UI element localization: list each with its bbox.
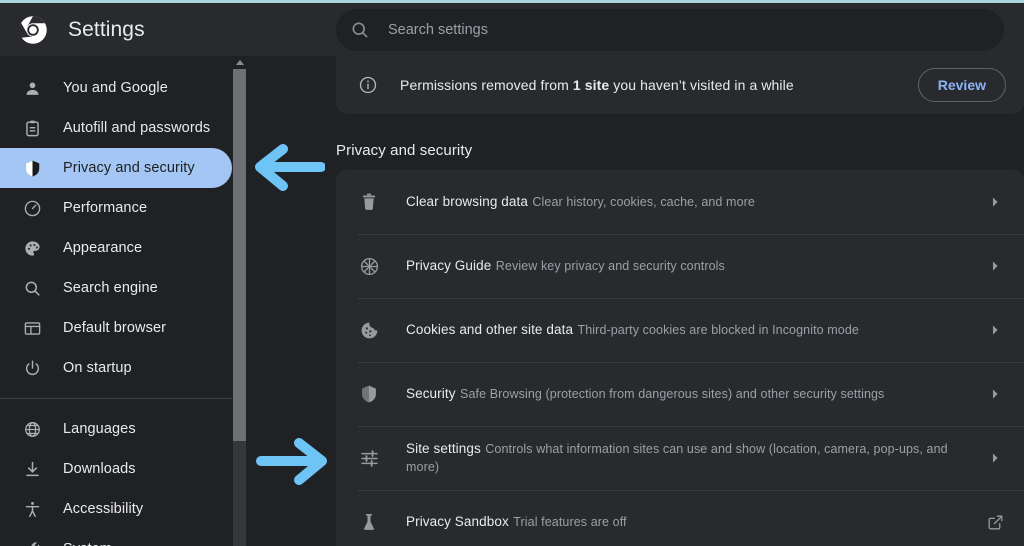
brand-area: Settings xyxy=(0,3,336,56)
settings-row-text: Clear browsing data Clear history, cooki… xyxy=(406,193,984,211)
trash-icon xyxy=(358,191,380,213)
download-icon xyxy=(22,459,42,479)
sidebar-scrollbar[interactable] xyxy=(233,56,246,546)
globe-icon xyxy=(22,419,42,439)
scrollbar-track-lower[interactable] xyxy=(233,441,246,546)
sidebar-item-label: Autofill and passwords xyxy=(63,120,211,136)
tune-sliders-icon xyxy=(358,447,380,469)
sidebar-item-label: Privacy and security xyxy=(63,160,195,176)
sidebar-item-privacy-and-security[interactable]: Privacy and security xyxy=(0,148,232,188)
settings-row-title: Clear browsing data xyxy=(406,194,528,209)
app-header: Settings xyxy=(0,3,1024,56)
speedometer-icon xyxy=(22,198,42,218)
settings-row-text: Privacy Sandbox Trial features are off xyxy=(406,513,984,531)
settings-row-title: Site settings xyxy=(406,441,481,456)
settings-row-text: Privacy Guide Review key privacy and sec… xyxy=(406,257,984,275)
chevron-right-icon[interactable] xyxy=(984,383,1006,405)
sidebar-item-default-browser[interactable]: Default browser xyxy=(0,308,232,348)
settings-row-privacy-sandbox[interactable]: Privacy Sandbox Trial features are off xyxy=(336,490,1024,546)
settings-row-subtitle: Controls what information sites can use … xyxy=(406,442,948,474)
settings-row-site-settings[interactable]: Site settings Controls what information … xyxy=(336,426,1024,490)
settings-row-text: Site settings Controls what information … xyxy=(406,440,984,476)
sidebar-item-search-engine[interactable]: Search engine xyxy=(0,268,232,308)
cookie-icon xyxy=(358,319,380,341)
clipboard-icon xyxy=(22,118,42,138)
review-button[interactable]: Review xyxy=(917,68,1006,102)
sidebar-item-label: On startup xyxy=(63,360,132,376)
sidebar-item-system[interactable]: System xyxy=(0,529,232,546)
sidebar-item-label: Languages xyxy=(63,421,136,437)
chrome-logo-icon xyxy=(18,15,48,45)
open-in-new-icon[interactable] xyxy=(984,511,1006,533)
settings-row-text: Cookies and other site data Third-party … xyxy=(406,321,984,339)
settings-row-text: Security Safe Browsing (protection from … xyxy=(406,385,984,403)
scroll-up-button[interactable] xyxy=(233,56,246,69)
settings-row-subtitle: Clear history, cookies, cache, and more xyxy=(532,195,755,209)
settings-row-subtitle: Trial features are off xyxy=(513,515,627,529)
palette-icon xyxy=(22,238,42,258)
sidebar-item-languages[interactable]: Languages xyxy=(0,409,232,449)
scrollbar-thumb[interactable] xyxy=(233,69,246,441)
chevron-right-icon[interactable] xyxy=(984,319,1006,341)
sidebar-item-autofill-and-passwords[interactable]: Autofill and passwords xyxy=(0,108,232,148)
settings-row-clear-browsing-data[interactable]: Clear browsing data Clear history, cooki… xyxy=(336,170,1024,234)
privacy-guide-icon xyxy=(358,255,380,277)
chevron-right-icon[interactable] xyxy=(984,191,1006,213)
accessibility-icon xyxy=(22,499,42,519)
search-area xyxy=(336,3,1024,56)
chevron-right-icon[interactable] xyxy=(984,447,1006,469)
main-content: Permissions removed from 1 site you have… xyxy=(246,56,1024,546)
sidebar-item-on-startup[interactable]: On startup xyxy=(0,348,232,388)
notification-text-after: you haven’t visited in a while xyxy=(609,77,794,93)
settings-row-title: Privacy Sandbox xyxy=(406,514,509,529)
page-title: Settings xyxy=(68,17,145,41)
sidebar-item-label: Appearance xyxy=(63,240,143,256)
settings-row-title: Security xyxy=(406,386,456,401)
settings-row-subtitle: Third-party cookies are blocked in Incog… xyxy=(577,323,859,337)
permissions-notification-card: Permissions removed from 1 site you have… xyxy=(336,56,1024,114)
settings-row-cookies-and-other-site-data[interactable]: Cookies and other site data Third-party … xyxy=(336,298,1024,362)
wrench-icon xyxy=(22,539,42,546)
notification-text-before: Permissions removed from xyxy=(400,77,573,93)
magnifier-icon xyxy=(22,278,42,298)
privacy-settings-card: Clear browsing data Clear history, cooki… xyxy=(336,170,1024,546)
sidebar-item-accessibility[interactable]: Accessibility xyxy=(0,489,232,529)
sidebar-divider xyxy=(0,398,232,399)
sidebar-item-label: System xyxy=(63,541,112,546)
shield-icon xyxy=(358,383,380,405)
settings-row-privacy-guide[interactable]: Privacy Guide Review key privacy and sec… xyxy=(336,234,1024,298)
flask-icon xyxy=(358,511,380,533)
sidebar-item-label: You and Google xyxy=(63,80,168,96)
sidebar-item-you-and-google[interactable]: You and Google xyxy=(0,68,232,108)
sidebar-item-downloads[interactable]: Downloads xyxy=(0,449,232,489)
chevron-right-icon[interactable] xyxy=(984,255,1006,277)
settings-row-security[interactable]: Security Safe Browsing (protection from … xyxy=(336,362,1024,426)
browser-window-icon xyxy=(22,318,42,338)
shield-icon xyxy=(22,158,42,178)
window-top-accent-border xyxy=(0,0,1024,3)
section-title: Privacy and security xyxy=(336,142,473,159)
search-icon xyxy=(350,20,370,40)
notification-site-count: 1 site xyxy=(572,77,610,93)
info-icon xyxy=(358,75,378,95)
sidebar-item-label: Default browser xyxy=(63,320,167,336)
sidebar-item-label: Downloads xyxy=(63,461,136,477)
scroll-up-arrow-icon xyxy=(235,60,244,65)
notification-text: Permissions removed from 1 site you have… xyxy=(400,77,918,93)
settings-row-title: Cookies and other site data xyxy=(406,322,574,337)
person-icon xyxy=(22,78,42,98)
settings-row-subtitle: Review key privacy and security controls xyxy=(495,259,725,273)
search-input[interactable] xyxy=(388,21,990,38)
settings-row-subtitle: Safe Browsing (protection from dangerous… xyxy=(460,387,885,401)
sidebar-item-label: Search engine xyxy=(63,280,158,296)
sidebar-item-label: Accessibility xyxy=(63,501,144,517)
settings-window: Settings You and Go xyxy=(0,0,1024,546)
settings-row-title: Privacy Guide xyxy=(406,258,492,273)
sidebar-item-label: Performance xyxy=(63,200,148,216)
sidebar-item-appearance[interactable]: Appearance xyxy=(0,228,232,268)
sidebar-item-performance[interactable]: Performance xyxy=(0,188,232,228)
power-icon xyxy=(22,358,42,378)
search-bar[interactable] xyxy=(336,8,1004,51)
sidebar-navigation: You and Google Autofill and passwords Pr… xyxy=(0,56,232,546)
